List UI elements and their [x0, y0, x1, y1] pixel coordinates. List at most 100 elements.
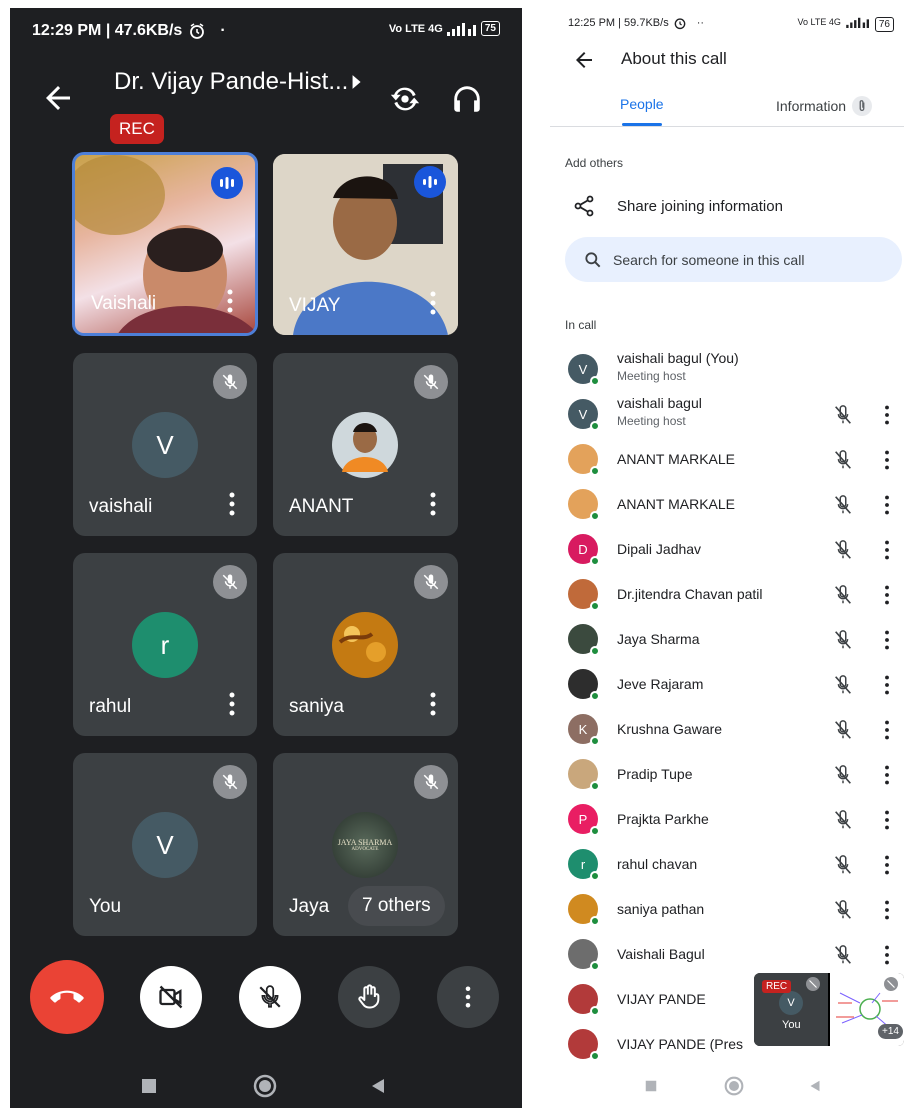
online-status-dot: [590, 421, 600, 431]
switch-camera-icon[interactable]: [388, 82, 422, 116]
participant-row[interactable]: ANANT MARKALE: [550, 483, 904, 527]
participant-search[interactable]: Search for someone in this call: [565, 237, 902, 282]
more-vert-icon[interactable]: [884, 855, 890, 875]
alarm-icon: [190, 23, 205, 39]
participant-row[interactable]: Jaya Sharma: [550, 618, 904, 662]
more-vert-icon[interactable]: [884, 495, 890, 515]
home-icon[interactable]: [253, 1074, 277, 1098]
back-arrow-icon[interactable]: [572, 48, 596, 72]
participant-name: vaishali bagul (You): [617, 350, 739, 366]
more-vert-icon[interactable]: [229, 492, 235, 516]
picture-in-picture-preview[interactable]: V REC You VIJAY +14: [754, 973, 904, 1046]
more-vert-icon[interactable]: [884, 630, 890, 650]
camera-toggle-button[interactable]: [140, 966, 202, 1028]
in-call-heading: In call: [565, 318, 597, 332]
more-vert-icon[interactable]: [430, 492, 436, 516]
back-nav-icon[interactable]: [370, 1078, 386, 1094]
participant-row[interactable]: Pradip Tupe: [550, 753, 904, 797]
avatar: [568, 444, 600, 476]
mic-off-icon: [832, 539, 854, 561]
share-icon[interactable]: [572, 194, 596, 218]
participant-name: Vaishali Bagul: [617, 946, 705, 962]
more-vert-icon[interactable]: [229, 692, 235, 716]
participant-row[interactable]: Vvaishali bagul (You) Meeting host: [550, 348, 904, 392]
participant-row[interactable]: P Prajkta Parkhe: [550, 798, 904, 842]
more-vert-icon[interactable]: [884, 540, 890, 560]
avatar: [332, 412, 398, 478]
more-options-button[interactable]: [437, 966, 499, 1028]
mic-toggle-button[interactable]: [239, 966, 301, 1028]
more-vert-icon[interactable]: [884, 945, 890, 965]
avatar-photo-text: JAYA SHARMA: [337, 838, 393, 847]
participant-row[interactable]: Dr.jitendra Chavan patil: [550, 573, 904, 617]
participant-name: Prajkta Parkhe: [617, 811, 709, 827]
add-others-heading: Add others: [565, 156, 624, 170]
pip-presenter-label: VIJAY: [836, 1027, 866, 1039]
participant-tile-vijay-video[interactable]: VIJAY: [273, 154, 458, 335]
more-vert-icon[interactable]: [884, 450, 890, 470]
mic-off-icon: [884, 977, 898, 991]
avatar: [568, 759, 600, 791]
participant-name: Dr.jitendra Chavan patil: [617, 586, 763, 602]
more-vert-icon[interactable]: [884, 900, 890, 920]
more-vert-icon[interactable]: [430, 291, 436, 315]
alarm-icon: [674, 18, 686, 30]
recents-icon[interactable]: [645, 1080, 657, 1092]
participant-role: Meeting host: [617, 369, 686, 383]
more-vert-icon[interactable]: [884, 675, 890, 695]
participant-row[interactable]: r rahul chavan: [550, 843, 904, 887]
search-icon: [585, 251, 601, 267]
online-status-dot: [590, 376, 600, 386]
participant-tile-anant[interactable]: ANANT: [273, 353, 458, 536]
participant-row[interactable]: K Krushna Gaware: [550, 708, 904, 752]
more-vert-icon[interactable]: [884, 765, 890, 785]
raise-hand-button[interactable]: [338, 966, 400, 1028]
recents-icon[interactable]: [141, 1078, 157, 1094]
more-vert-icon[interactable]: [430, 692, 436, 716]
participant-tile-vaishali[interactable]: V vaishali: [73, 353, 257, 536]
signal-bars-icon: [846, 17, 869, 28]
meeting-title[interactable]: Dr. Vijay Pande-Hist...: [114, 68, 348, 96]
participant-tile-rahul[interactable]: r rahul: [73, 553, 257, 736]
end-call-button[interactable]: [30, 960, 104, 1034]
participant-name: Krushna Gaware: [617, 721, 723, 737]
headphones-icon[interactable]: [450, 82, 484, 116]
participant-row[interactable]: Jeve Rajaram: [550, 663, 904, 707]
online-status-dot: [590, 646, 600, 656]
more-vert-icon[interactable]: [884, 405, 890, 425]
avatar-initial: V: [156, 829, 174, 860]
tab-information[interactable]: Information: [776, 96, 873, 116]
participant-tile-saniya[interactable]: saniya: [273, 553, 458, 736]
participant-tile-you[interactable]: V You: [73, 753, 257, 936]
tile-name: ANANT: [289, 496, 354, 517]
chevron-right-icon[interactable]: [350, 74, 362, 90]
avatar: [568, 579, 600, 611]
participant-name: vaishali bagul: [617, 395, 702, 411]
back-arrow-icon[interactable]: [40, 80, 76, 116]
participant-tile-vaishali-video[interactable]: Vaishali: [72, 152, 258, 336]
participant-tile-jaya[interactable]: JAYA SHARMA ADVOCATE Jaya 7 others: [273, 753, 458, 936]
mic-off-icon: [832, 674, 854, 696]
more-vert-icon[interactable]: [884, 810, 890, 830]
participant-row[interactable]: D Dipali Jadhav: [550, 528, 904, 572]
recording-badge: REC: [762, 980, 792, 993]
share-joining-info-button[interactable]: Share joining information: [617, 198, 783, 215]
participant-row[interactable]: ANANT MARKALE: [550, 438, 904, 482]
participant-row[interactable]: Vaishali Bagul: [550, 933, 904, 977]
tab-people[interactable]: People: [620, 96, 664, 112]
back-nav-icon[interactable]: [809, 1080, 821, 1092]
more-vert-icon[interactable]: [227, 289, 233, 313]
mic-off-icon: [832, 494, 854, 516]
more-vert-icon[interactable]: [884, 720, 890, 740]
participant-row[interactable]: Vvaishali bagul Meeting host: [550, 393, 904, 437]
participant-name: Jeve Rajaram: [617, 676, 704, 692]
more-vert-icon[interactable]: [884, 585, 890, 605]
participant-row[interactable]: saniya pathan: [550, 888, 904, 932]
home-icon[interactable]: [724, 1076, 744, 1096]
others-chip[interactable]: 7 others: [348, 886, 445, 926]
avatar: [568, 624, 600, 656]
online-status-dot: [590, 601, 600, 611]
avatar: r: [132, 612, 198, 678]
avatar: V: [779, 991, 803, 1015]
search-input[interactable]: Search for someone in this call: [613, 252, 804, 268]
